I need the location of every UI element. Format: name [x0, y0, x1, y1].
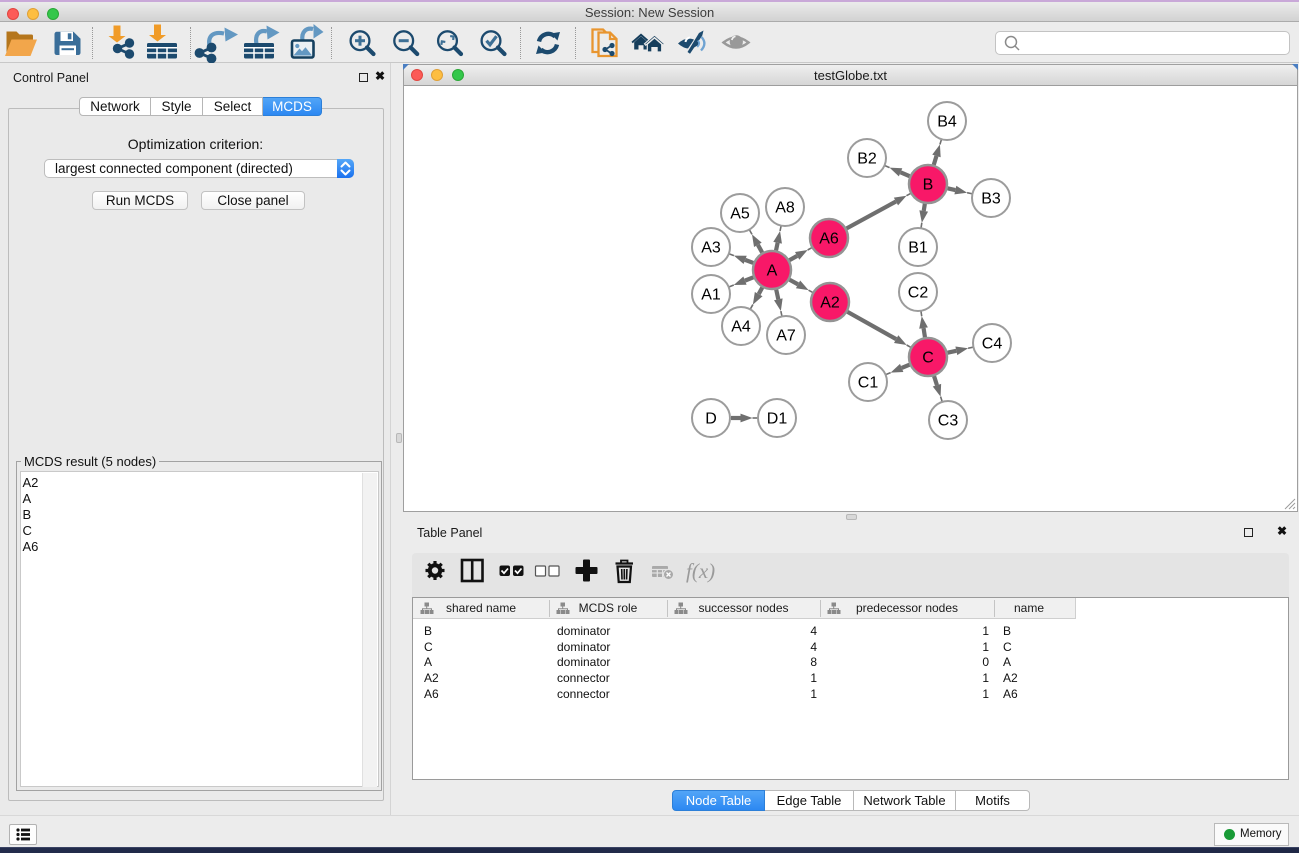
svg-text:A5: A5 [730, 206, 750, 223]
svg-text:B1: B1 [908, 240, 928, 257]
svg-text:A1: A1 [701, 287, 721, 304]
svg-text:B3: B3 [981, 191, 1001, 208]
svg-text:C3: C3 [938, 413, 959, 430]
svg-text:f(x): f(x) [686, 559, 715, 583]
svg-text:C1: C1 [858, 375, 879, 392]
svg-text:A8: A8 [775, 200, 795, 217]
svg-text:B2: B2 [857, 151, 877, 168]
svg-text:B: B [923, 177, 934, 194]
svg-text:A6: A6 [819, 231, 839, 248]
svg-text:D1: D1 [767, 411, 788, 428]
svg-text:C2: C2 [908, 285, 929, 302]
svg-text:B4: B4 [937, 114, 957, 131]
svg-text:A4: A4 [731, 319, 751, 336]
svg-text:D: D [705, 411, 717, 428]
svg-text:A3: A3 [701, 240, 721, 257]
svg-text:A7: A7 [776, 328, 796, 345]
svg-text:C4: C4 [982, 336, 1003, 353]
svg-text:A2: A2 [820, 295, 840, 312]
svg-text:C: C [922, 350, 934, 367]
svg-text:A: A [767, 263, 778, 280]
